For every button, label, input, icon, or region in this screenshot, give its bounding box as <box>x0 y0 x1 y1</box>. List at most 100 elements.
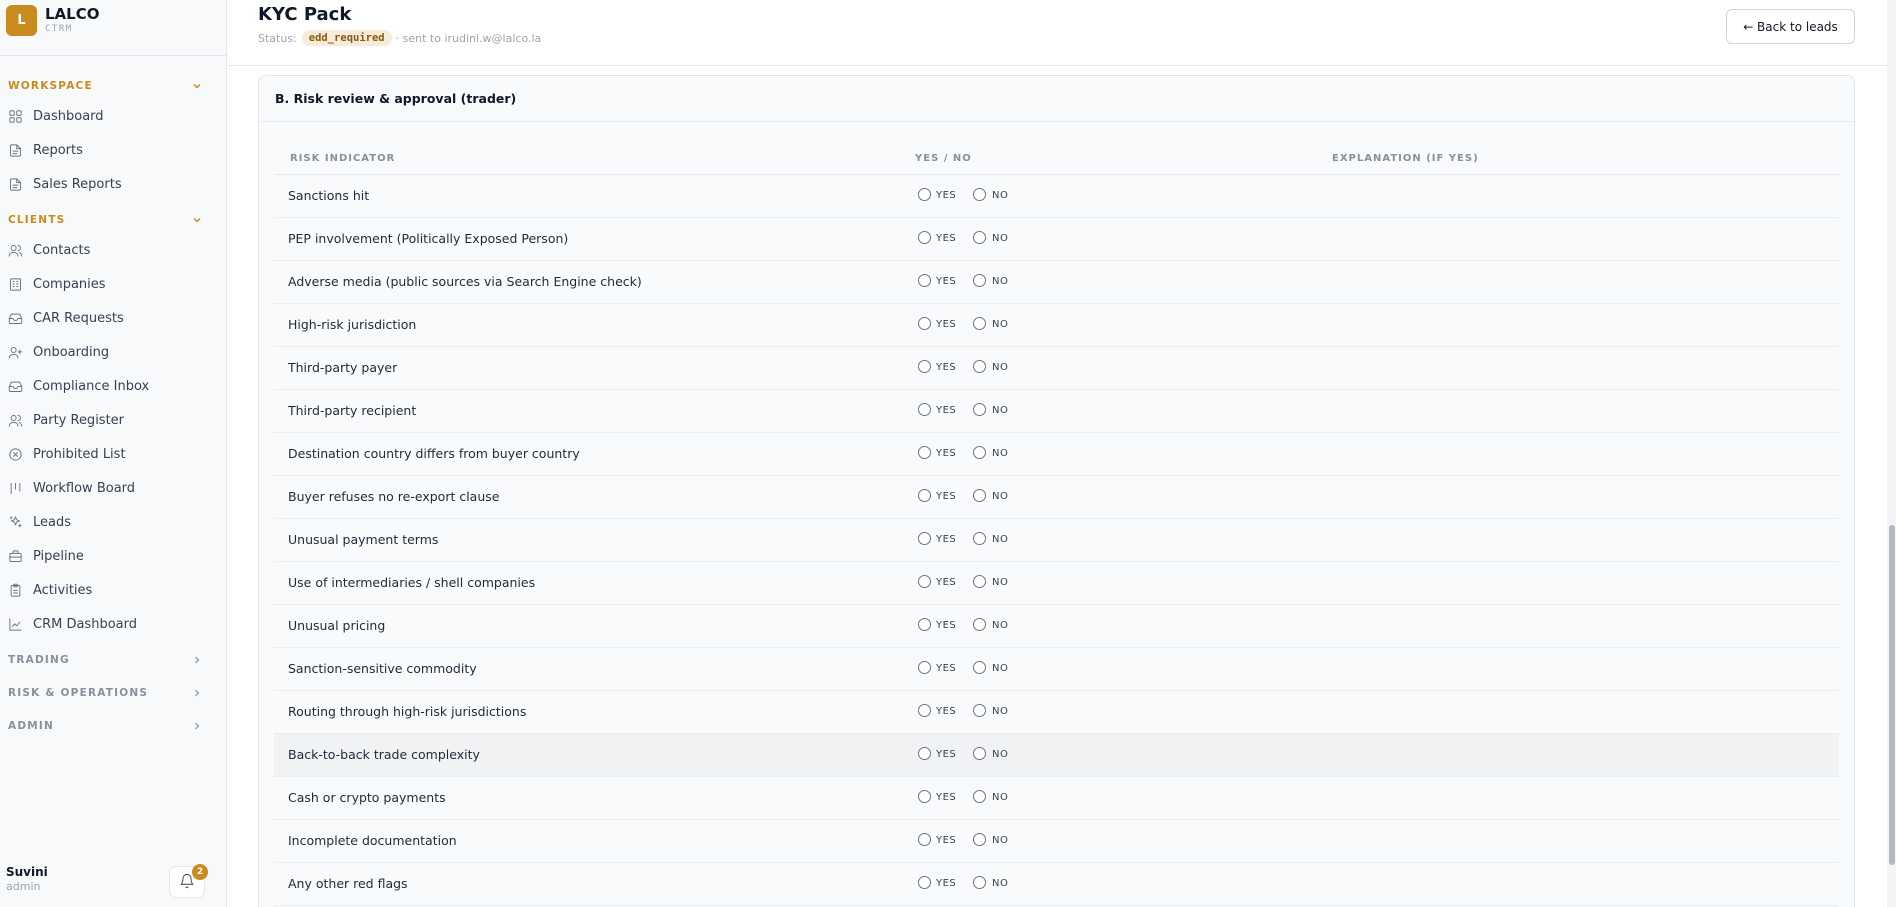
section-toggle-clients[interactable]: CLIENTS <box>8 213 204 227</box>
yes-radio[interactable] <box>918 231 931 244</box>
yes-radio[interactable] <box>918 188 931 201</box>
section-toggle-workspace[interactable]: WORKSPACE <box>8 79 204 93</box>
no-radio[interactable] <box>973 790 986 803</box>
yes-radio[interactable] <box>918 274 931 287</box>
no-radio[interactable] <box>973 618 986 631</box>
no-label: NO <box>992 577 1009 588</box>
section-toggle-risk-operations[interactable]: RISK & OPERATIONS <box>8 686 204 700</box>
no-radio[interactable] <box>973 231 986 244</box>
no-label: NO <box>992 190 1009 201</box>
sidebar-item-contacts[interactable]: Contacts <box>8 237 218 263</box>
sidebar-item-label: Pipeline <box>33 548 84 564</box>
sidebar-item-activities[interactable]: Activities <box>8 577 218 603</box>
risk-indicator-label: Buyer refuses no re-export clause <box>288 489 500 504</box>
no-radio[interactable] <box>973 188 986 201</box>
sidebar-item-workflow-board[interactable]: Workflow Board <box>8 475 218 501</box>
sent-to-text: · sent to irudini.w@lalco.la <box>395 31 542 45</box>
yes-radio[interactable] <box>918 790 931 803</box>
table-row: Use of intermediaries / shell companies Y… <box>274 562 1839 605</box>
no-radio[interactable] <box>973 876 986 889</box>
chevron-right-icon <box>190 653 204 667</box>
table-row: Routing through high-risk jurisdictions Y… <box>274 691 1839 734</box>
no-radio[interactable] <box>973 446 986 459</box>
yes-label: YES <box>936 835 957 846</box>
sidebar-item-label: Compliance Inbox <box>33 378 150 394</box>
inbox-icon <box>8 311 23 326</box>
brand-name: LALCO <box>45 5 100 23</box>
section-toggle-admin[interactable]: ADMIN <box>8 719 204 733</box>
yes-label: YES <box>936 362 957 373</box>
no-radio[interactable] <box>973 661 986 674</box>
sidebar-item-leads[interactable]: Leads <box>8 509 218 535</box>
sidebar-item-dashboard[interactable]: Dashboard <box>8 103 218 129</box>
table-row: Buyer refuses no re-export clause YES NO <box>274 476 1839 519</box>
no-radio[interactable] <box>973 489 986 502</box>
table-row: High-risk jurisdiction YES NO <box>274 304 1839 347</box>
sidebar-item-label: Contacts <box>33 242 91 258</box>
risk-indicator-label: Cash or crypto payments <box>288 790 446 805</box>
no-radio[interactable] <box>973 317 986 330</box>
no-radio[interactable] <box>973 833 986 846</box>
user-plus-icon <box>8 345 23 360</box>
no-radio[interactable] <box>973 403 986 416</box>
dashboard-icon <box>8 109 23 124</box>
yes-label: YES <box>936 706 957 717</box>
risk-indicator-label: Unusual pricing <box>288 618 386 633</box>
section-toggle-trading[interactable]: TRADING <box>8 653 204 667</box>
risk-indicator-label: Third-party recipient <box>288 403 417 418</box>
sidebar-item-pipeline[interactable]: Pipeline <box>8 543 218 569</box>
yes-radio[interactable] <box>918 876 931 889</box>
yes-radio[interactable] <box>918 833 931 846</box>
back-to-leads-button[interactable]: ← Back to leads <box>1726 9 1855 44</box>
page-title: KYC Pack <box>258 4 352 25</box>
section-label-risk-operations: RISK & OPERATIONS <box>8 687 149 699</box>
yes-radio[interactable] <box>918 489 931 502</box>
yes-radio[interactable] <box>918 618 931 631</box>
no-radio[interactable] <box>973 360 986 373</box>
sidebar-item-label: Activities <box>33 582 93 598</box>
risk-indicator-label: Any other red flags <box>288 876 408 891</box>
yes-label: YES <box>936 792 957 803</box>
no-radio[interactable] <box>973 704 986 717</box>
yes-radio[interactable] <box>918 446 931 459</box>
section-label-workspace: WORKSPACE <box>8 80 93 92</box>
sidebar-item-onboarding[interactable]: Onboarding <box>8 339 218 365</box>
yes-label: YES <box>936 448 957 459</box>
table-row: Cash or crypto payments YES NO <box>274 777 1839 820</box>
sidebar-item-crm-dashboard[interactable]: CRM Dashboard <box>8 611 218 637</box>
page-scrollbar-thumb[interactable] <box>1889 525 1895 865</box>
no-radio[interactable] <box>973 575 986 588</box>
risk-indicator-label: Use of intermediaries / shell companies <box>288 575 536 590</box>
yes-radio[interactable] <box>918 704 931 717</box>
sidebar-item-compliance-inbox[interactable]: Compliance Inbox <box>8 373 218 399</box>
sidebar-item-prohibited-list[interactable]: Prohibited List <box>8 441 218 467</box>
brand-subtitle: CTRM <box>45 24 73 34</box>
sidebar-item-car-requests[interactable]: CAR Requests <box>8 305 218 331</box>
sidebar-item-label: CRM Dashboard <box>33 616 137 632</box>
sidebar-item-companies[interactable]: Companies <box>8 271 218 297</box>
no-radio[interactable] <box>973 532 986 545</box>
yes-radio[interactable] <box>918 575 931 588</box>
table-row: Any other red flags YES NO <box>274 863 1839 906</box>
yes-radio[interactable] <box>918 747 931 760</box>
sidebar-item-sales-reports[interactable]: Sales Reports <box>8 171 218 197</box>
sidebar-divider <box>0 55 227 56</box>
no-label: NO <box>992 792 1009 803</box>
yes-label: YES <box>936 233 957 244</box>
yes-radio[interactable] <box>918 317 931 330</box>
yes-radio[interactable] <box>918 403 931 416</box>
sidebar-item-label: CAR Requests <box>33 310 124 326</box>
clipboard-icon <box>8 583 23 598</box>
no-radio[interactable] <box>973 274 986 287</box>
table-row: Adverse media (public sources via Search… <box>274 261 1839 304</box>
sidebar-item-party-register[interactable]: Party Register <box>8 407 218 433</box>
no-radio[interactable] <box>973 747 986 760</box>
yes-radio[interactable] <box>918 661 931 674</box>
brand[interactable]: L LALCO CTRM <box>6 5 100 36</box>
user-block: Suvini admin <box>6 865 48 894</box>
sidebar-item-reports[interactable]: Reports <box>8 137 218 163</box>
yes-radio[interactable] <box>918 532 931 545</box>
yes-label: YES <box>936 190 957 201</box>
brand-logo: L <box>6 5 37 36</box>
yes-radio[interactable] <box>918 360 931 373</box>
